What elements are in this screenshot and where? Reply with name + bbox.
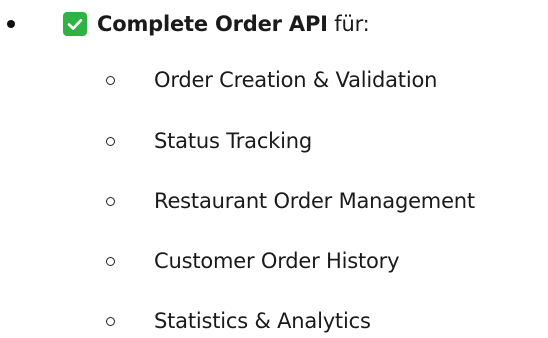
list-item: Customer Order History <box>0 243 548 283</box>
bullet-dot-icon <box>7 20 15 28</box>
bullet-item-main: Complete Order API für: <box>0 4 548 44</box>
list-item-label: Customer Order History <box>154 249 400 273</box>
main-item-text: Complete Order API für: <box>97 10 370 38</box>
document-body: Complete Order API für: Order Creation &… <box>0 0 548 338</box>
hollow-circle-bullet-icon <box>106 76 115 85</box>
main-item-bold-text: Complete Order API <box>97 12 328 36</box>
list-item: Restaurant Order Management <box>0 183 548 223</box>
main-item-rest-text: für: <box>327 12 370 36</box>
list-item: Statistics & Analytics <box>0 303 548 338</box>
hollow-circle-bullet-icon <box>106 257 115 266</box>
hollow-circle-bullet-icon <box>106 197 115 206</box>
hollow-circle-bullet-icon <box>106 317 115 326</box>
list-item-label: Status Tracking <box>154 129 313 153</box>
checkmark-box-icon <box>63 12 87 36</box>
list-item: Order Creation & Validation <box>0 62 548 102</box>
list-item-label: Restaurant Order Management <box>154 189 475 213</box>
hollow-circle-bullet-icon <box>106 137 115 146</box>
list-item-label: Statistics & Analytics <box>154 309 371 333</box>
list-item-label: Order Creation & Validation <box>154 68 438 92</box>
list-item: Status Tracking <box>0 123 548 163</box>
